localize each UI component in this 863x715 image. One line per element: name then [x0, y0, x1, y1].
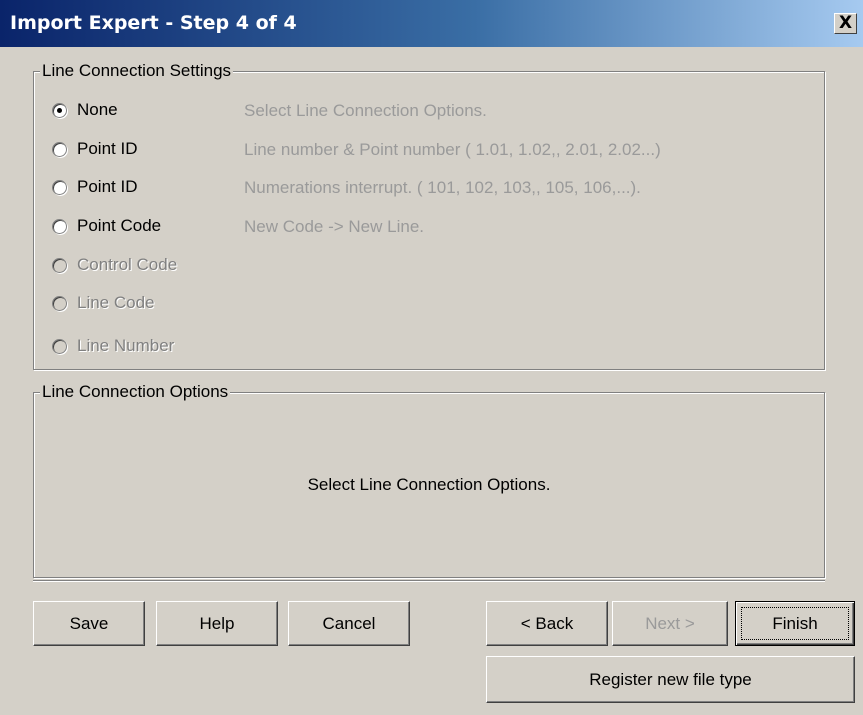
help-button-label: Help [199, 613, 235, 633]
save-button-label: Save [69, 613, 109, 633]
finish-button[interactable]: Finish [735, 601, 855, 646]
radio-button [52, 257, 67, 273]
next-button-label: Next > [645, 613, 695, 633]
window-title: Import Expert - Step 4 of 4 [10, 12, 297, 34]
save-button[interactable]: Save [33, 601, 145, 646]
options-message: Select Line Connection Options. [307, 475, 551, 494]
next-button: Next > [612, 601, 728, 646]
back-button-label: < Back [520, 613, 574, 633]
radio-button[interactable] [52, 102, 67, 118]
settings-group-legend: Line Connection Settings [40, 61, 234, 81]
close-icon: X [838, 13, 853, 33]
radio-point-code[interactable]: Point Code [52, 213, 161, 239]
radio-button[interactable] [52, 141, 67, 157]
register-file-type-button[interactable]: Register new file type [486, 656, 855, 703]
radio-button [52, 338, 67, 354]
finish-button-label: Finish [772, 613, 818, 633]
radio-label: Point Code [77, 216, 162, 235]
radio-label: Point ID [77, 177, 138, 196]
register-button-label: Register new file type [589, 669, 752, 689]
back-button[interactable]: < Back [486, 601, 608, 646]
cancel-button-label: Cancel [322, 613, 376, 633]
radio-label: Control Code [77, 255, 178, 274]
radio-label: Line Number [77, 336, 175, 355]
radio-point-id-numeration[interactable]: Point ID [52, 174, 137, 200]
cancel-button[interactable]: Cancel [288, 601, 410, 646]
option-description: Select Line Connection Options. [244, 101, 487, 120]
radio-line-number: Line Number [52, 333, 174, 359]
line-connection-options-group: Line Connection Options Select Line Conn… [33, 382, 825, 578]
radio-button[interactable] [52, 218, 67, 234]
radio-control-code: Control Code [52, 252, 177, 278]
radio-label: Point ID [77, 139, 138, 158]
radio-button[interactable] [52, 179, 67, 195]
radio-point-id-decimal[interactable]: Point ID [52, 136, 137, 162]
radio-line-code: Line Code [52, 290, 155, 316]
option-description: Numerations interrupt. ( 101, 102, 103,,… [244, 178, 641, 197]
close-button[interactable]: X [834, 13, 857, 34]
radio-button [52, 295, 67, 311]
title-bar: Import Expert - Step 4 of 4 X [0, 0, 863, 47]
option-description: Line number & Point number ( 1.01, 1.02,… [244, 140, 661, 159]
radio-none[interactable]: None [52, 97, 118, 123]
help-button[interactable]: Help [156, 601, 278, 646]
options-group-legend: Line Connection Options [40, 382, 231, 402]
radio-label: None [77, 100, 118, 119]
option-description: New Code -> New Line. [244, 217, 425, 236]
separator [33, 580, 825, 582]
radio-label: Line Code [77, 293, 155, 312]
